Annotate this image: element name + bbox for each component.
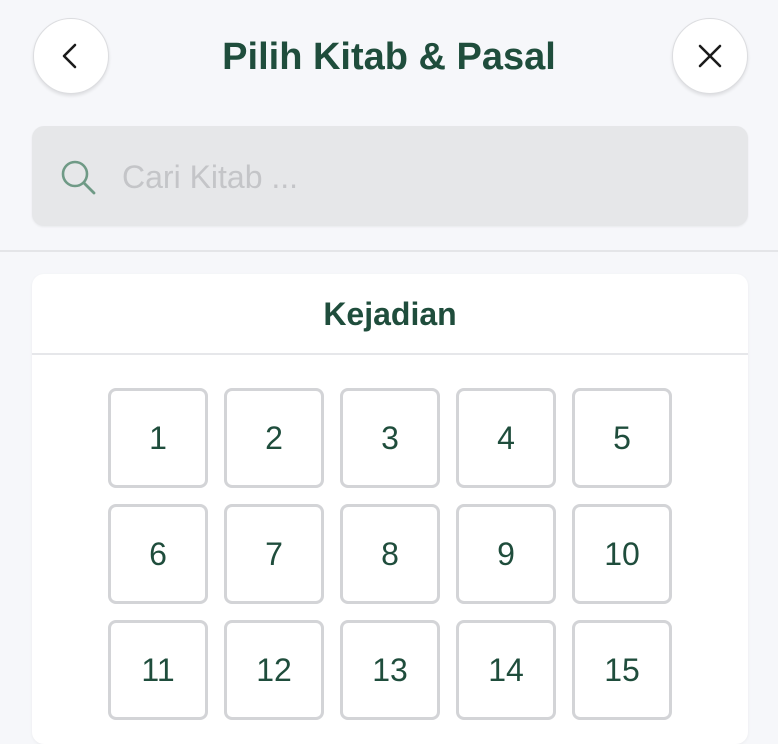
chapter-button[interactable]: 6 (108, 504, 208, 604)
chapter-button[interactable]: 8 (340, 504, 440, 604)
book-name: Kejadian (323, 296, 457, 332)
chapter-button[interactable]: 3 (340, 388, 440, 488)
chapter-button[interactable]: 12 (224, 620, 324, 720)
chapter-button[interactable]: 9 (456, 504, 556, 604)
close-button[interactable] (672, 18, 748, 94)
page-title: Pilih Kitab & Pasal (222, 36, 556, 78)
search-icon (61, 160, 96, 195)
chapter-button[interactable]: 1 (108, 388, 208, 488)
chapter-grid: 1 2 3 4 5 6 7 8 9 10 11 12 13 14 15 (108, 388, 672, 720)
card-divider (32, 353, 748, 355)
close-icon (698, 44, 722, 68)
chapter-button[interactable]: 10 (572, 504, 672, 604)
search-input[interactable] (122, 152, 722, 202)
chapter-button[interactable]: 11 (108, 620, 208, 720)
chapter-button[interactable]: 13 (340, 620, 440, 720)
chevron-left-icon (62, 43, 77, 69)
chapter-button[interactable]: 2 (224, 388, 324, 488)
chapter-button[interactable]: 5 (572, 388, 672, 488)
chapter-button[interactable]: 15 (572, 620, 672, 720)
chapter-button[interactable]: 7 (224, 504, 324, 604)
chapter-button[interactable]: 4 (456, 388, 556, 488)
back-button[interactable] (33, 18, 109, 94)
chapter-button[interactable]: 14 (456, 620, 556, 720)
header-divider (0, 250, 778, 252)
